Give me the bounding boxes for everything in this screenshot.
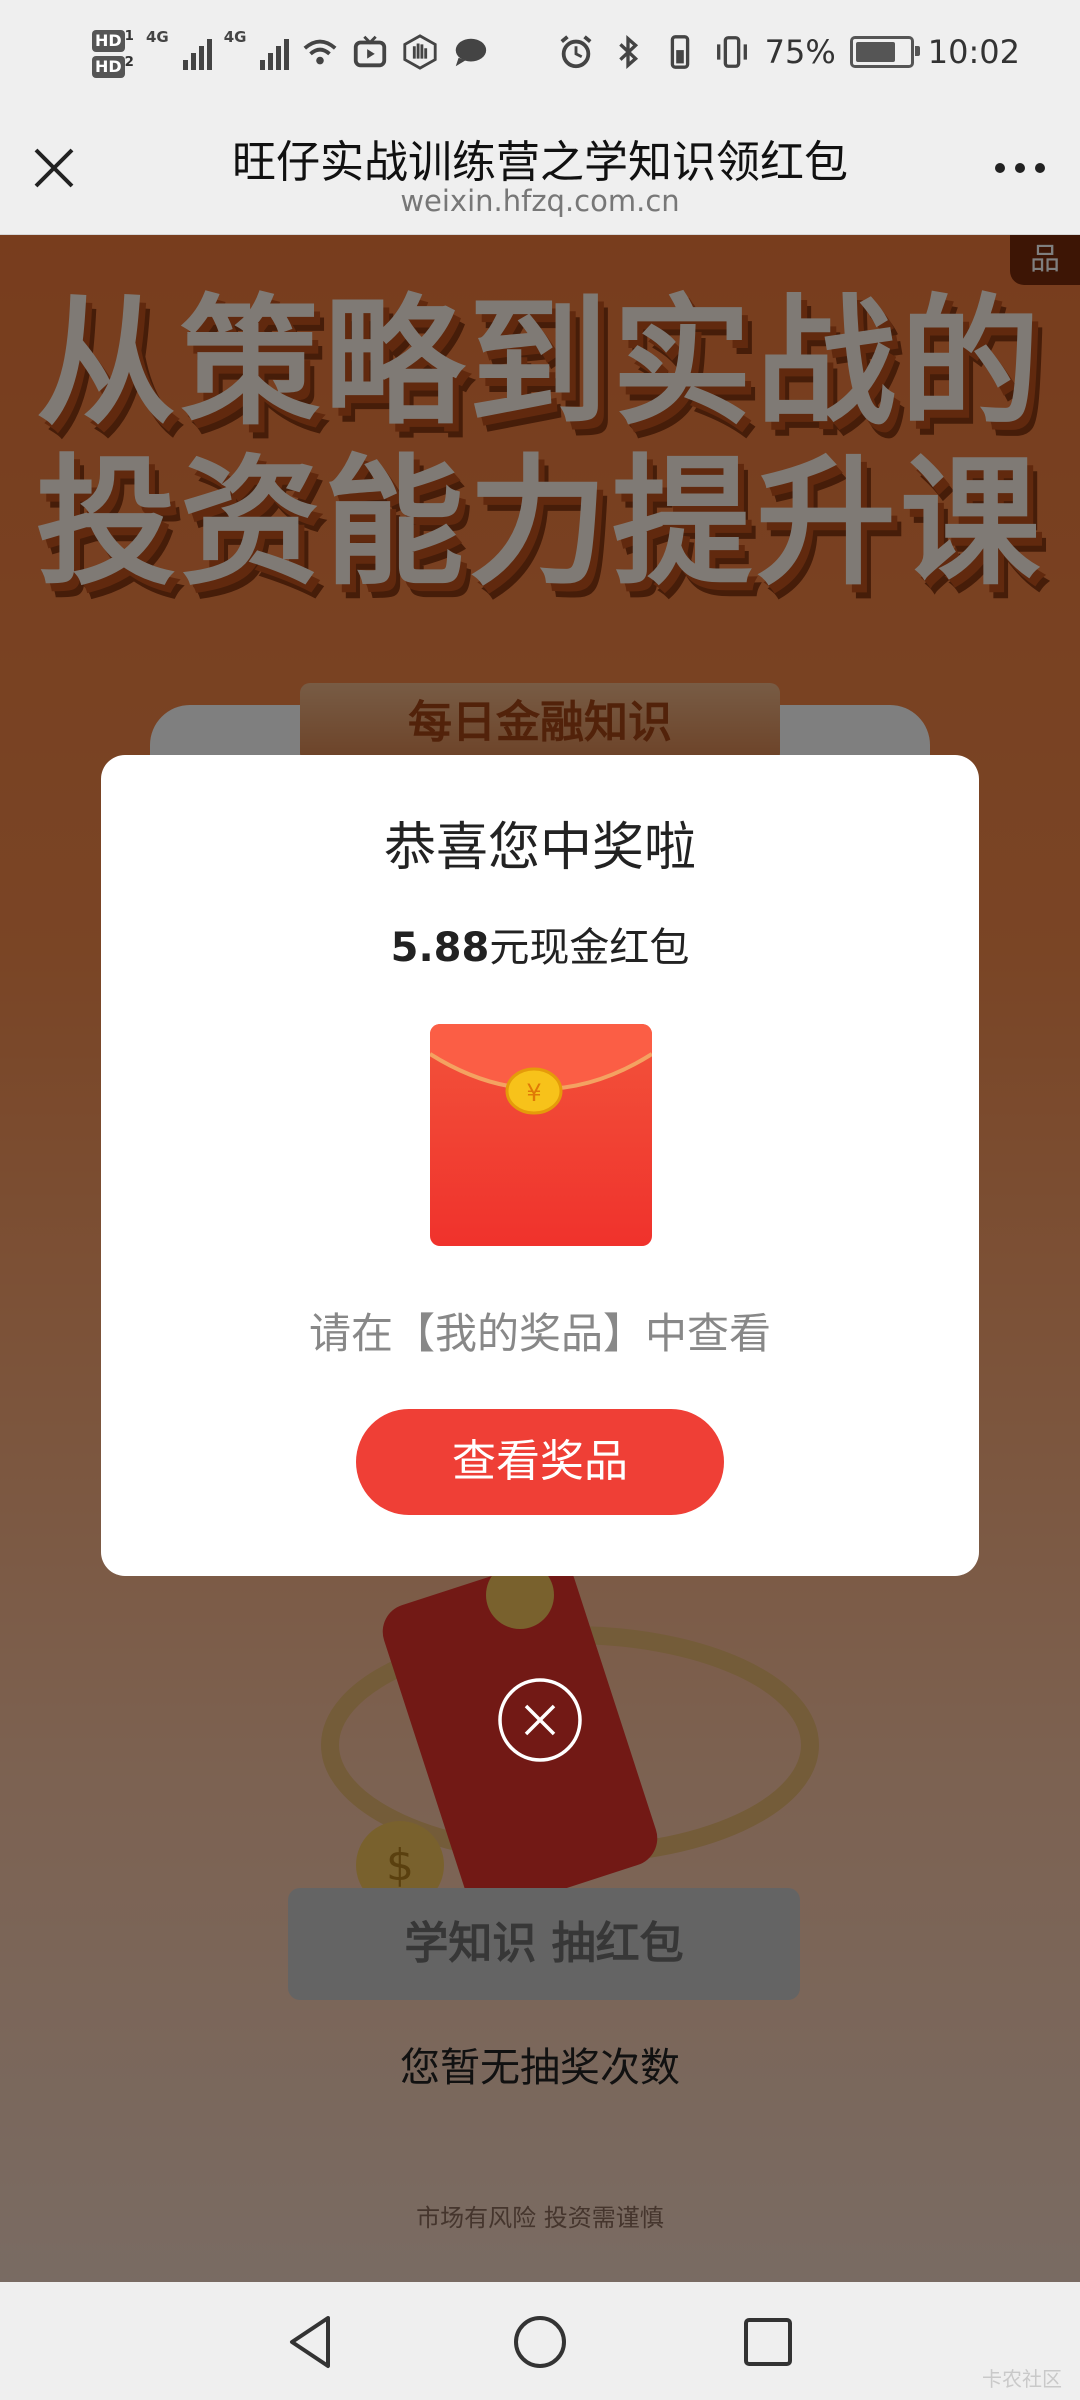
hd1-badge: HD bbox=[92, 30, 125, 52]
status-left: HD 1 HD 2 4G 4G bbox=[92, 22, 489, 82]
network-label-1: 4G bbox=[145, 28, 169, 46]
hd2-sub: 2 bbox=[124, 55, 134, 70]
alarm-icon bbox=[560, 35, 592, 69]
prize-amount: 5.88 bbox=[390, 925, 490, 971]
battery-icon bbox=[849, 36, 920, 68]
back-triangle-icon[interactable] bbox=[280, 2312, 340, 2372]
view-prize-button[interactable]: 查看奖品 bbox=[356, 1409, 724, 1515]
page-title: 旺仔实战训练营之学知识领红包 bbox=[232, 137, 848, 188]
signal-2-icon bbox=[260, 34, 290, 70]
more-options-icon[interactable] bbox=[988, 142, 1052, 194]
tv-icon bbox=[354, 35, 387, 68]
status-bar: HD 1 HD 2 4G 4G 75% 10:02 bbox=[0, 0, 1080, 104]
wifi-icon bbox=[304, 39, 337, 65]
envelope-flap-icon: ¥ bbox=[430, 1024, 652, 1115]
hd-indicators: HD 1 HD 2 bbox=[92, 26, 134, 79]
chat-icon bbox=[456, 38, 487, 67]
dialog-title: 恭喜您中奖啦 bbox=[383, 818, 696, 878]
hd1-sub: 1 bbox=[124, 28, 134, 44]
system-nav-bar: 卡农社区 bbox=[0, 2282, 1080, 2400]
hand-icon bbox=[403, 34, 438, 70]
prize-dialog: 恭喜您中奖啦 5.88元现金红包 ¥ 请在【我的奖品】中查看 查看奖品 bbox=[101, 755, 979, 1576]
signal-1-icon bbox=[182, 34, 212, 70]
vibrate-icon bbox=[716, 36, 747, 68]
network-label-2: 4G bbox=[223, 28, 247, 46]
hd2-badge: HD bbox=[92, 56, 125, 79]
dialog-close-icon[interactable] bbox=[497, 1677, 583, 1763]
watermark: 卡农社区 bbox=[982, 2367, 1062, 2391]
battery-percent: 75% bbox=[764, 33, 836, 71]
red-envelope-image: ¥ bbox=[430, 1024, 652, 1246]
page-url: weixin.hfzq.com.cn bbox=[400, 184, 680, 218]
bluetooth-icon bbox=[618, 35, 638, 69]
clock: 10:02 bbox=[927, 33, 1020, 71]
status-right: 75% 10:02 bbox=[557, 22, 1020, 82]
prize-description: 5.88元现金红包 bbox=[101, 915, 979, 973]
phone-battery-icon bbox=[670, 35, 689, 69]
view-prize-hint: 请在【我的奖品】中查看 bbox=[308, 1309, 771, 1358]
recents-square-icon[interactable] bbox=[738, 2312, 798, 2372]
browser-header: 旺仔实战训练营之学知识领红包 weixin.hfzq.com.cn bbox=[0, 104, 1080, 235]
home-circle-icon[interactable] bbox=[510, 2312, 570, 2372]
prize-suffix: 元现金红包 bbox=[489, 925, 690, 971]
yuan-symbol: ¥ bbox=[526, 1079, 541, 1107]
